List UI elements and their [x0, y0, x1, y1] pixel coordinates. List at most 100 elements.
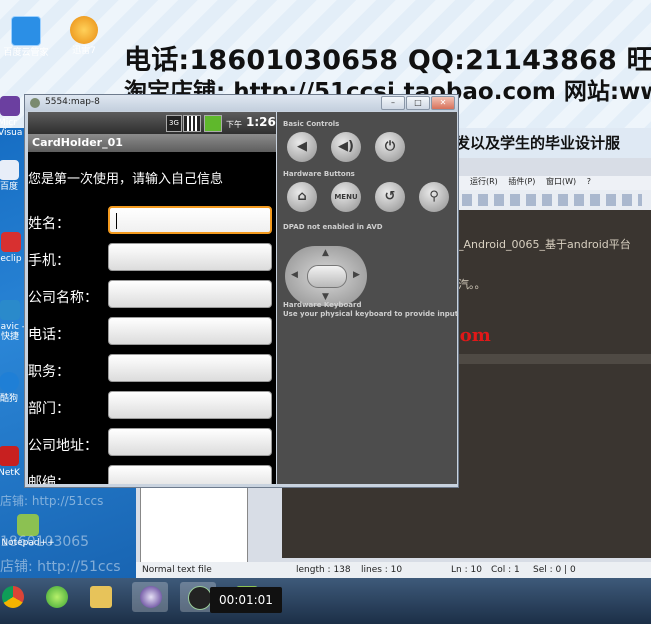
desktop-icon-navicat[interactable]: navic - 快捷 — [0, 300, 26, 342]
chrome-taskbar-button[interactable] — [0, 582, 30, 612]
hardware-keyboard-hint: Use your physical keyboard to provide in… — [283, 310, 459, 318]
cloud-icon — [11, 16, 41, 46]
android-emulator-window: 5554:map-8 – □ ✕ 3G 下午 1:26 CardHolder_0… — [24, 94, 459, 488]
menu-button[interactable]: MENU — [331, 182, 361, 212]
menu-label: MENU — [334, 193, 358, 201]
maximize-button[interactable]: □ — [406, 96, 430, 110]
phone-input[interactable] — [108, 317, 272, 345]
eclipse-icon — [140, 586, 162, 608]
speaker-high-icon: ◀) — [338, 139, 354, 154]
desktop-icon-label: navic - 快捷 — [0, 322, 25, 342]
netkeeper-icon — [0, 446, 19, 466]
field-label: 姓名： — [28, 216, 70, 232]
app-title-bar: CardHolder_01 — [28, 134, 276, 152]
dpad-center-button[interactable] — [307, 265, 347, 288]
minimize-button[interactable]: – — [381, 96, 405, 110]
desktop-icon-visual-studio[interactable]: Micr Visua — [0, 96, 22, 138]
section-hardware-buttons: Hardware Buttons — [283, 170, 355, 178]
text-cursor — [116, 213, 117, 229]
back-arrow-icon: ↺ — [384, 189, 396, 204]
menu-help[interactable]: ? — [587, 177, 591, 186]
desktop-icon-eclipse[interactable]: eclip — [0, 232, 26, 264]
home-icon: ⌂ — [297, 189, 307, 204]
section-hardware-keyboard: Hardware Keyboard — [283, 301, 362, 309]
field-row-company: 公司名称： — [28, 280, 276, 312]
overlay-url-text: 店铺: http://51ccs — [0, 494, 104, 508]
desktop-icon-label: 迅雷7 — [72, 46, 96, 56]
desktop-icon-label: NetK — [0, 468, 20, 478]
menu-plugins[interactable]: 插件(P) — [508, 177, 535, 186]
search-icon: ⚲ — [429, 189, 439, 204]
search-button[interactable]: ⚲ — [419, 182, 449, 212]
signal-icon — [183, 115, 201, 132]
editor-statusbar: Normal text file length : 138 lines : 10… — [136, 562, 651, 578]
desktop-icon-baidu[interactable]: 百度 — [0, 160, 24, 192]
browser-icon — [46, 586, 68, 608]
welcome-prompt: 您是第一次使用，请输入自己信息 — [28, 172, 224, 187]
kugou-icon — [0, 372, 19, 392]
device-screen[interactable]: 3G 下午 1:26 CardHolder_01 您是第一次使用，请输入自己信息… — [28, 112, 276, 484]
banner-service-line: 发以及学生的毕业设计服 — [455, 134, 621, 152]
navicat-icon — [0, 300, 20, 320]
status-sel: Sel : 0 | 0 — [533, 565, 576, 575]
bird-icon — [70, 16, 98, 44]
desktop-icon-kugou[interactable]: 酷狗 — [0, 372, 24, 404]
taskbar — [0, 578, 651, 624]
desktop-icon-netkeeper[interactable]: NetK — [0, 446, 24, 478]
field-row-phone: 电话： — [28, 317, 276, 349]
volume-up-button[interactable]: ◀) — [331, 132, 361, 162]
emulator-titlebar[interactable]: 5554:map-8 – □ ✕ — [25, 95, 458, 111]
desktop-icon-xunlei[interactable]: 迅雷7 — [58, 16, 110, 56]
emulator-control-panel: Basic Controls ◀ ◀) ⏻ Hardware Buttons ⌂… — [277, 112, 459, 484]
field-row-mobile: 手机： — [28, 243, 276, 275]
visual-studio-icon — [0, 96, 20, 116]
volume-down-button[interactable]: ◀ — [287, 132, 317, 162]
status-col: Col : 1 — [491, 565, 520, 575]
position-input[interactable] — [108, 354, 272, 382]
power-icon: ⏻ — [384, 139, 396, 154]
mobile-input[interactable] — [108, 243, 272, 271]
menu-run[interactable]: 运行(R) — [470, 177, 498, 186]
field-row-name: 姓名： — [28, 206, 276, 238]
emulator-title: 5554:map-8 — [45, 97, 100, 107]
name-input[interactable] — [108, 206, 272, 234]
overlay-url-text: 店铺: http://51ccs — [0, 559, 121, 575]
menu-window[interactable]: 窗口(W) — [546, 177, 576, 186]
field-label: 电话： — [28, 327, 70, 343]
department-input[interactable] — [108, 391, 272, 419]
dpad-control[interactable]: ▲ ▼ ◀ ▶ — [285, 246, 367, 306]
power-button[interactable]: ⏻ — [375, 132, 405, 162]
zipcode-input[interactable] — [108, 465, 272, 484]
field-row-department: 部门： — [28, 391, 276, 423]
status-ln: Ln : 10 — [451, 565, 482, 575]
status-ampm: 下午 — [226, 120, 242, 129]
company-input[interactable] — [108, 280, 272, 308]
folder-icon — [90, 586, 112, 608]
explorer-taskbar-button[interactable] — [82, 582, 118, 612]
field-label: 公司地址： — [28, 438, 98, 454]
notepad-plus-icon — [17, 514, 39, 536]
editor-current-line — [456, 354, 651, 364]
editor-toolbar — [456, 190, 651, 211]
overlay-phone-text: 1860103065 — [0, 534, 90, 550]
browser-taskbar-button[interactable] — [38, 582, 74, 612]
toolbar-icons[interactable] — [462, 194, 642, 206]
back-button[interactable]: ↺ — [375, 182, 405, 212]
section-basic-controls: Basic Controls — [283, 120, 340, 128]
editor-side-panel — [140, 484, 248, 564]
dpad-right-icon: ▶ — [353, 270, 360, 280]
chrome-icon — [2, 586, 24, 608]
address-input[interactable] — [108, 428, 272, 456]
android-icon — [30, 98, 40, 108]
eclipse-taskbar-button[interactable] — [132, 582, 168, 612]
desktop-background: 电话:18601030658 QQ:21143868 旺 淘宝店铺: http:… — [0, 0, 651, 624]
close-button[interactable]: ✕ — [431, 96, 455, 110]
recording-timer: 00:01:01 — [210, 587, 282, 613]
field-label: 职务： — [28, 364, 70, 380]
baidu-icon — [0, 160, 19, 180]
home-button[interactable]: ⌂ — [287, 182, 317, 212]
desktop-icon-label: eclip — [0, 254, 22, 264]
field-label: 公司名称： — [28, 290, 98, 306]
desktop-icon-baidu-cloud[interactable]: 百度云管家 — [0, 16, 52, 58]
dpad-left-icon: ◀ — [291, 270, 298, 280]
